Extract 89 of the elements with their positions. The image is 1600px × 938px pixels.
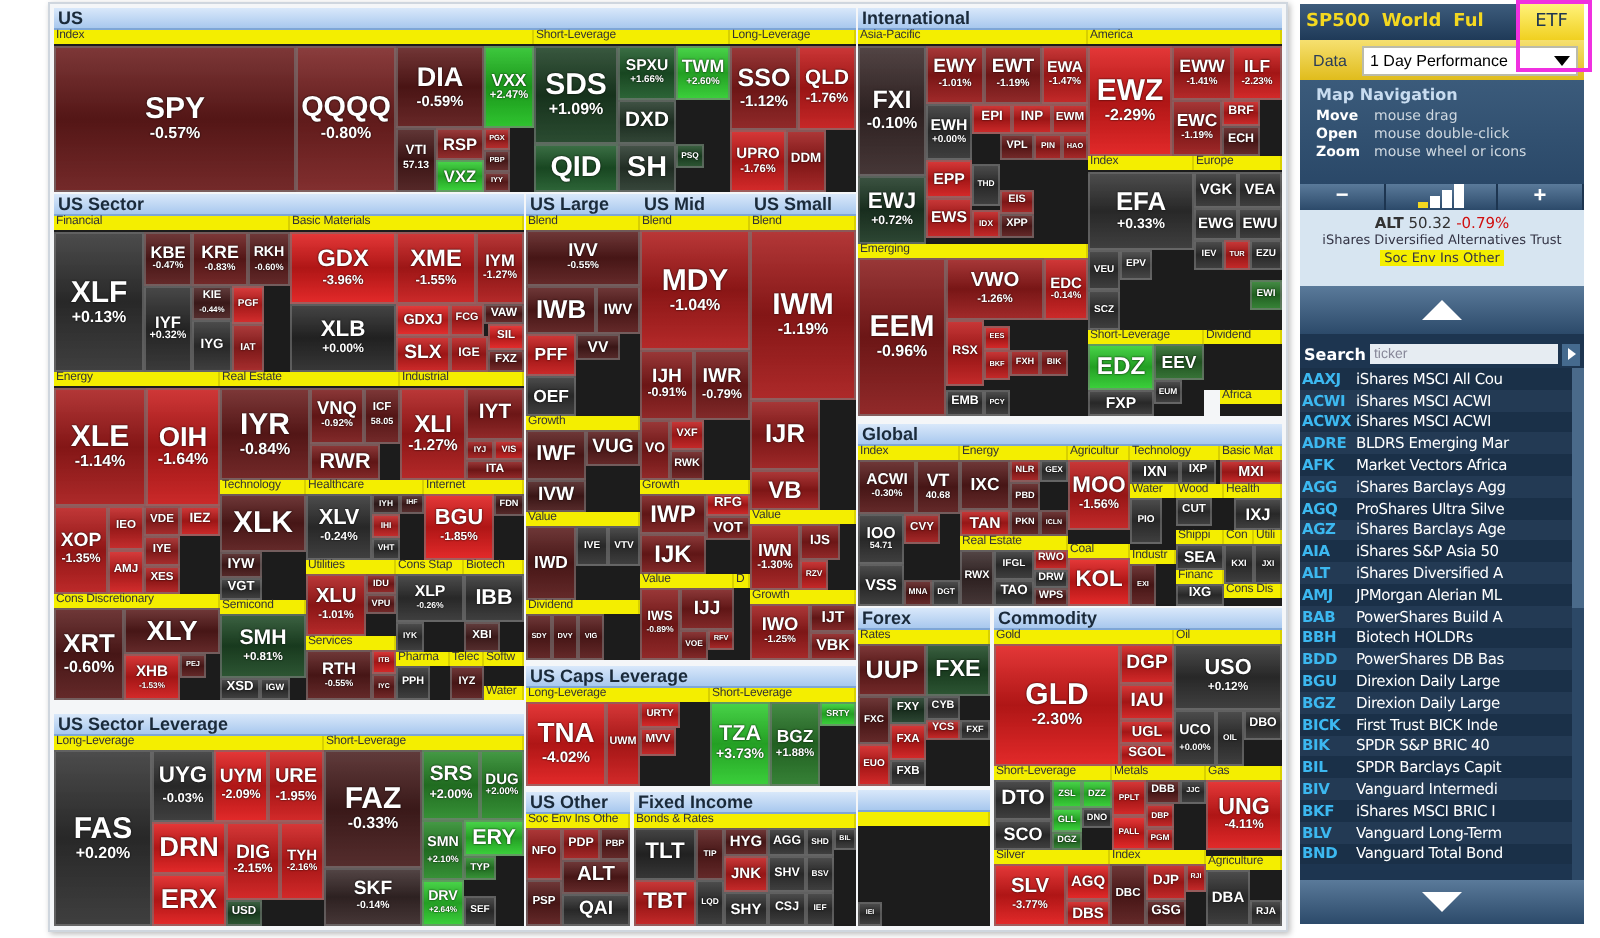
etf-tile[interactable]: IJJ xyxy=(680,588,734,630)
etf-tile[interactable]: TLT xyxy=(634,828,696,880)
scrollbar[interactable] xyxy=(1572,368,1584,880)
tab[interactable]: ETF xyxy=(1519,4,1584,40)
scroll-up-button[interactable] xyxy=(1300,286,1584,334)
etf-tile[interactable]: DXD xyxy=(618,100,676,144)
etf-tile[interactable]: DTO xyxy=(994,780,1052,820)
etf-tile[interactable]: OIH -1.64% xyxy=(146,388,220,506)
etf-tile[interactable]: FAZ -0.33% xyxy=(324,750,422,868)
etf-tile[interactable]: EEV xyxy=(1154,344,1204,380)
etf-tile[interactable]: IWD xyxy=(526,526,576,600)
etf-tile[interactable]: IYT xyxy=(466,388,524,440)
search-go-button[interactable] xyxy=(1562,343,1580,365)
etf-tile[interactable]: XLF +0.13% xyxy=(54,232,144,372)
section-header: US Small xyxy=(750,194,856,216)
etf-tile[interactable]: SH xyxy=(618,144,676,192)
etf-tile[interactable]: FXE xyxy=(926,644,990,696)
etf-tile[interactable]: GLD -2.30% xyxy=(994,644,1120,766)
etf-tile[interactable]: XRT -0.60% xyxy=(54,608,124,700)
etf-tile[interactable]: KOL xyxy=(1068,558,1130,606)
down-arrow-icon xyxy=(1422,892,1462,912)
etf-tile[interactable]: IJR xyxy=(750,400,820,470)
etf-tile[interactable]: SCO xyxy=(994,820,1052,850)
section-header: Global xyxy=(858,424,1282,446)
tab[interactable]: World xyxy=(1375,4,1448,40)
etf-tile[interactable]: ALT xyxy=(562,860,630,894)
etf-tile[interactable]: ERX xyxy=(152,874,226,926)
etf-tile[interactable]: IJK xyxy=(640,534,706,574)
etf-tile[interactable]: PFF xyxy=(526,334,576,376)
etf-tile[interactable]: MDY -1.04% xyxy=(640,230,750,350)
section-header: Fixed Income xyxy=(634,792,856,814)
group-area xyxy=(1224,598,1282,606)
etf-tile[interactable]: IWM -1.19% xyxy=(750,230,856,400)
etf-tile[interactable]: FXI -0.10% xyxy=(858,46,926,176)
panel-title: Map Navigation xyxy=(1316,86,1460,104)
section-header: US Other xyxy=(526,792,630,814)
etf-tile[interactable]: IWF xyxy=(526,430,586,480)
etf-tile[interactable]: QID xyxy=(534,144,618,192)
etf-tile[interactable]: IYR -0.84% xyxy=(220,388,310,480)
etf-tile[interactable]: XLE -1.14% xyxy=(54,388,146,506)
etf-tile[interactable]: IBB xyxy=(464,574,524,622)
section-header: US Sector Leverage xyxy=(54,714,524,736)
tab[interactable]: Ful xyxy=(1447,4,1490,40)
etf-tile[interactable]: IAU xyxy=(1120,684,1174,720)
section-header: US Mid xyxy=(640,194,750,216)
section-header: Commodity xyxy=(994,608,1282,630)
up-arrow-icon xyxy=(1422,300,1462,320)
etf-tile[interactable]: SDS +1.09% xyxy=(534,46,618,144)
etf-tile[interactable]: IXC xyxy=(960,460,1010,510)
etf-tile[interactable]: QAI xyxy=(562,894,630,926)
highlight-frame xyxy=(1516,0,1592,72)
etf-tile[interactable]: IWP xyxy=(640,494,706,534)
scroll-down-button[interactable] xyxy=(1300,880,1584,924)
etf-tile[interactable]: IXJ xyxy=(1234,498,1282,530)
data-label: Data xyxy=(1311,51,1349,69)
section-header: US Large xyxy=(526,194,640,216)
etf-tile[interactable]: DRN xyxy=(152,822,226,874)
etf-tile[interactable]: XLY xyxy=(124,608,220,654)
group-area xyxy=(1220,404,1282,416)
etf-tile[interactable]: EEM -0.96% xyxy=(858,258,946,416)
etf-tile[interactable]: OEF xyxy=(526,376,576,416)
tab[interactable]: SP500 xyxy=(1300,4,1376,40)
etf-tile[interactable]: SLX xyxy=(396,336,450,372)
etf-tile[interactable]: IVW xyxy=(526,480,586,512)
etf-tile[interactable]: VB xyxy=(750,470,820,510)
section-header: US Sector xyxy=(54,194,524,216)
etf-tile[interactable]: RWR xyxy=(310,444,380,480)
section-header: US xyxy=(54,8,856,30)
search-label: Search xyxy=(1304,345,1366,363)
group-bar xyxy=(858,812,990,826)
etf-tile[interactable]: FAS +0.20% xyxy=(54,750,152,926)
etf-tile[interactable]: VUG xyxy=(586,430,640,466)
etf-tile[interactable]: IWB xyxy=(526,286,596,334)
etf-tile[interactable]: UUP xyxy=(858,644,926,696)
etf-tile[interactable]: TBT xyxy=(634,880,696,926)
etf-tile[interactable]: XLK xyxy=(220,494,306,552)
group-area xyxy=(484,666,524,686)
play-icon xyxy=(1567,348,1575,360)
section-header xyxy=(858,790,990,812)
section-header: International xyxy=(858,8,1282,30)
data-dropdown[interactable]: 1 Day Performance xyxy=(1362,45,1578,75)
section-header: US Caps Leverage xyxy=(526,666,856,688)
etf-tile[interactable]: QQQQ -0.80% xyxy=(296,46,396,192)
etf-tile[interactable]: EWZ -2.29% xyxy=(1088,46,1172,156)
etf-tile[interactable]: RSP xyxy=(436,128,484,160)
section-header: Forex xyxy=(858,608,990,630)
etf-tile[interactable]: SPY -0.57% xyxy=(54,46,296,192)
caret-icon xyxy=(1554,55,1570,65)
etf-tile[interactable]: DGP xyxy=(1120,644,1174,684)
